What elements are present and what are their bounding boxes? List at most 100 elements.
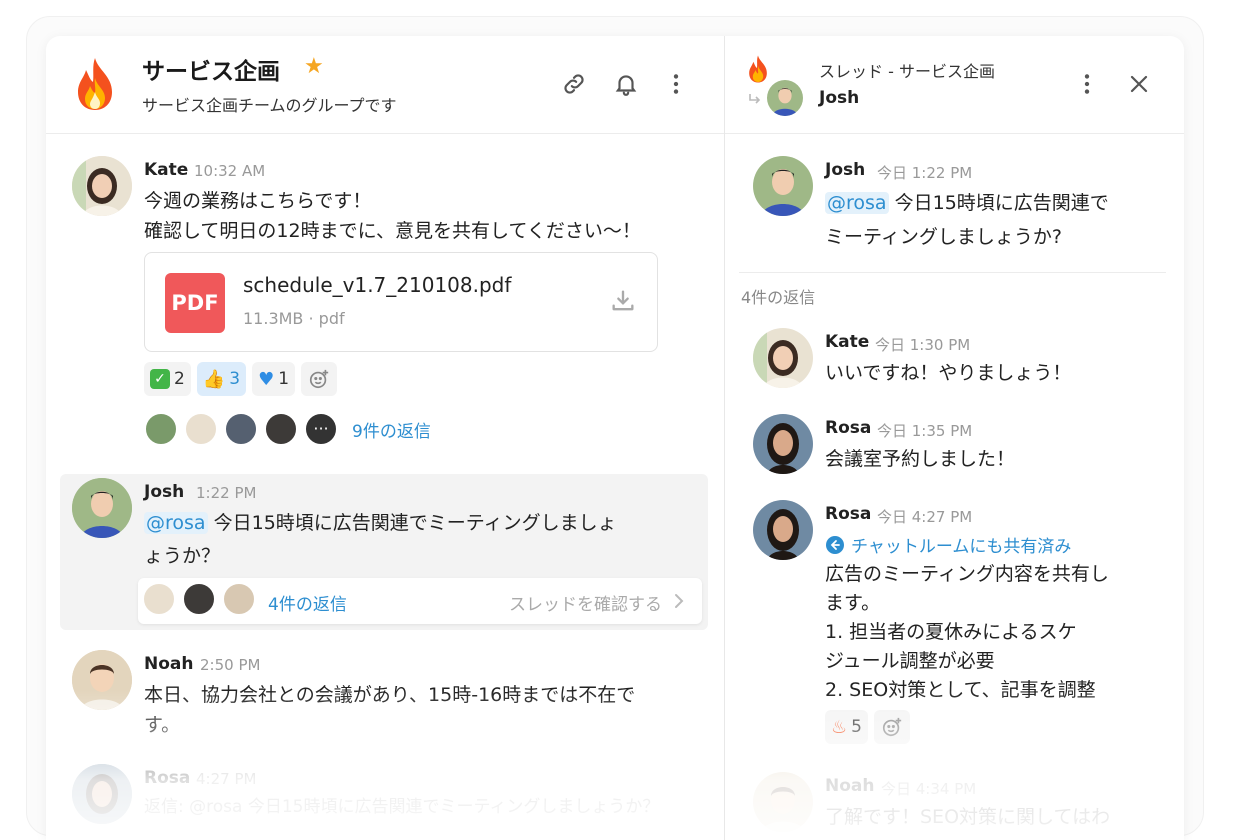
- avatar-rosa[interactable]: [753, 414, 813, 474]
- view-thread-link[interactable]: スレッドを確認する: [509, 590, 662, 615]
- channel-title: サービス企画: [142, 59, 280, 85]
- message-time: 今日 1:35 PM: [877, 422, 973, 440]
- more-avatars-icon: ···: [304, 412, 338, 446]
- message-text: 会議室予約しました！: [825, 448, 1016, 470]
- more-vertical-icon[interactable]: [1069, 66, 1105, 102]
- sender-name[interactable]: Josh: [144, 482, 184, 502]
- check-mark-emoji-icon: ✓: [150, 369, 170, 389]
- reply-avatar: [264, 412, 298, 446]
- channel-header: サービス企画 ★ サービス企画チームのグループです: [46, 36, 724, 134]
- message-time: 今日 4:27 PM: [877, 508, 973, 526]
- user-mention[interactable]: @rosa: [144, 512, 208, 534]
- message-text: 今週の業務はこちらです！: [144, 190, 372, 212]
- message-time: 10:32 AM: [194, 162, 266, 180]
- reply-avatar: [222, 582, 256, 616]
- favorite-star-icon[interactable]: ★: [304, 54, 324, 79]
- thread-preview-bar[interactable]: 4件の返信 スレッドを確認する: [138, 578, 702, 624]
- fire-emoji-icon: ♨: [831, 716, 848, 738]
- avatar-noah[interactable]: [753, 772, 813, 832]
- message-text: 了解です！SEO対策に関してはわ: [825, 806, 1111, 828]
- sender-name[interactable]: Noah: [825, 776, 874, 796]
- thumbs-up-emoji-icon: 👍: [202, 368, 226, 390]
- message-time: 今日 4:34 PM: [881, 780, 977, 798]
- avatar-noah[interactable]: [72, 650, 132, 710]
- thread-reply-count: 4件の返信: [741, 288, 816, 307]
- add-emoji-icon: [882, 717, 902, 737]
- message-text-body: 今日15時頃に広告関連でミーティングしましょ: [207, 512, 617, 534]
- message-time: 2:50 PM: [200, 656, 261, 674]
- pdf-icon: PDF: [165, 273, 225, 333]
- blue-heart-emoji-icon: ♥: [258, 368, 275, 390]
- sender-name[interactable]: Kate: [144, 160, 188, 180]
- reaction-thumbs-up[interactable]: 👍 3: [196, 362, 247, 396]
- chat-app: サービス企画 ★ サービス企画チームのグループです Kate 10:32 AM …: [46, 36, 1184, 840]
- avatar-rosa[interactable]: [753, 500, 813, 560]
- add-reaction-button[interactable]: [873, 710, 910, 744]
- message-text-body: 今日15時頃に広告関連で: [888, 192, 1109, 214]
- add-emoji-icon: [309, 369, 329, 389]
- sender-name[interactable]: Noah: [144, 654, 193, 674]
- reaction-bar: ✓ 2 👍 3 ♥ 1: [144, 362, 338, 396]
- shared-to-chat-notice[interactable]: チャットルームにも共有済み: [825, 532, 1071, 557]
- channel-description: サービス企画チームのグループです: [142, 96, 397, 115]
- download-icon[interactable]: [609, 287, 637, 319]
- message-text: @rosa 今日15時頃に広告関連で: [825, 188, 1109, 218]
- reply-avatar: [182, 582, 216, 616]
- reply-avatar: [144, 412, 178, 446]
- bell-icon[interactable]: [608, 66, 644, 102]
- sender-name[interactable]: Josh: [825, 160, 865, 180]
- avatar-rosa[interactable]: [72, 764, 132, 824]
- message-text: 広告のミーティング内容を共有し ます。 1. 担当者の夏休みによるスケ ジュール…: [825, 563, 1109, 701]
- reaction-check[interactable]: ✓ 2: [144, 362, 191, 396]
- sender-name[interactable]: Kate: [825, 332, 869, 352]
- reaction-fire[interactable]: ♨ 5: [825, 710, 868, 744]
- avatar-josh[interactable]: [753, 156, 813, 216]
- thread-subtitle: Josh: [819, 88, 860, 108]
- reaction-count: 1: [278, 369, 290, 389]
- thread-header: スレッド - サービス企画 Josh: [725, 36, 1184, 134]
- message-time: 4:27 PM: [196, 770, 257, 788]
- sender-name[interactable]: Rosa: [825, 504, 871, 524]
- avatar-josh-small: [767, 80, 803, 116]
- reply-summary[interactable]: ··· 9件の返信: [144, 412, 431, 446]
- message-time: 今日 1:22 PM: [877, 164, 973, 182]
- more-vertical-icon[interactable]: [658, 66, 694, 102]
- avatar-kate[interactable]: [72, 156, 132, 216]
- reaction-count: 3: [229, 369, 241, 389]
- user-mention[interactable]: @rosa: [825, 192, 889, 214]
- sender-name[interactable]: Rosa: [825, 418, 871, 438]
- reply-arrow-icon: [749, 94, 761, 104]
- shared-label: チャットルームにも共有済み: [851, 537, 1072, 557]
- reaction-blue-heart[interactable]: ♥ 1: [252, 362, 296, 396]
- message-text: 返信: @rosa 今日15時頃に広告関連でミーティングしましょうか？: [144, 797, 660, 817]
- reaction-count: 5: [851, 717, 862, 737]
- file-meta: 11.3MB · pdf: [243, 309, 345, 328]
- file-name[interactable]: schedule_v1.7_210108.pdf: [243, 273, 511, 297]
- reply-count-link[interactable]: 4件の返信: [268, 590, 347, 615]
- reply-count-link[interactable]: 9件の返信: [352, 417, 431, 442]
- thread-pane: スレッド - サービス企画 Josh Josh 今日 1:22 PM @rosa…: [724, 36, 1184, 840]
- message-text: ょうか？: [144, 545, 221, 567]
- message-text: いいですね！やりましょう！: [825, 362, 1072, 384]
- add-reaction-button[interactable]: [301, 362, 338, 396]
- arrow-left-circle-icon: [826, 535, 844, 554]
- message-text: @rosa 今日15時頃に広告関連でミーティングしましょ: [144, 508, 617, 538]
- fire-icon: [78, 58, 112, 110]
- message-time: 1:22 PM: [196, 484, 257, 502]
- reply-avatar: [184, 412, 218, 446]
- avatar-josh[interactable]: [72, 478, 132, 538]
- file-attachment[interactable]: PDF schedule_v1.7_210108.pdf 11.3MB · pd…: [144, 252, 658, 352]
- avatar-kate[interactable]: [753, 328, 813, 388]
- message-time: 今日 1:30 PM: [875, 336, 971, 354]
- close-icon[interactable]: [1121, 66, 1157, 102]
- message-text: す。: [144, 714, 181, 736]
- reaction-count: 2: [174, 369, 185, 389]
- thread-title: スレッド - サービス企画: [819, 62, 995, 81]
- reply-avatar: [142, 582, 176, 616]
- fire-icon: [749, 55, 767, 83]
- message-text: 確認して明日の12時までに、意見を共有してください〜！: [144, 220, 641, 242]
- sender-name[interactable]: Rosa: [144, 768, 190, 788]
- link-icon[interactable]: [556, 66, 592, 102]
- chevron-right-icon: [675, 594, 684, 608]
- message-text: ミーティングしましょうか?: [825, 226, 1062, 248]
